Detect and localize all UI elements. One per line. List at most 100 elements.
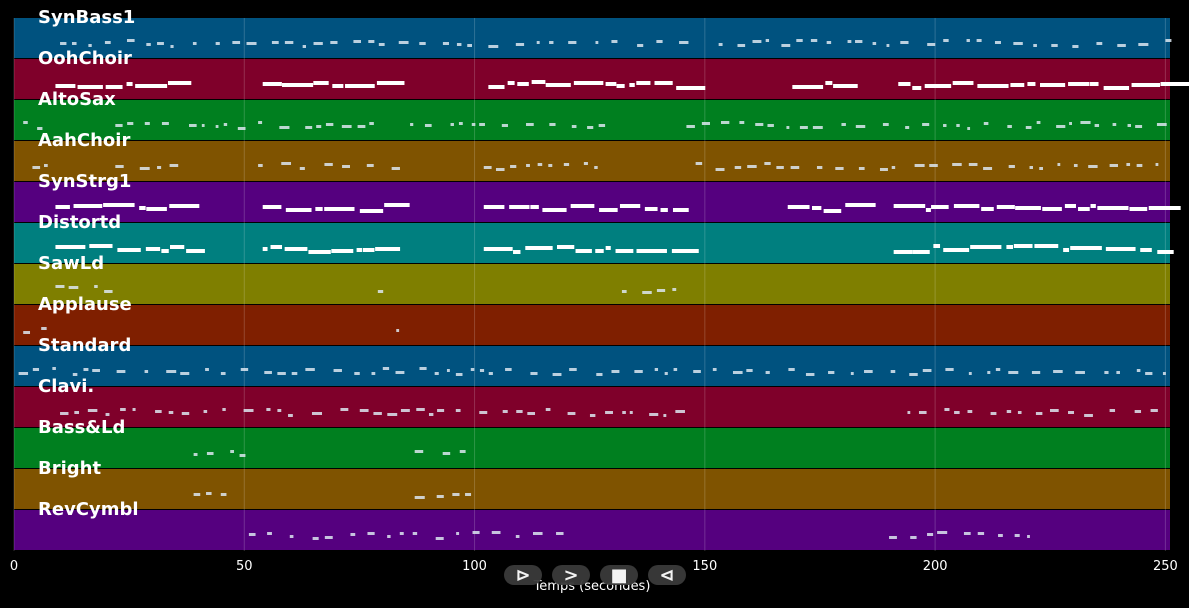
- rewind-button[interactable]: ⊲: [648, 565, 686, 586]
- note-mark: [587, 126, 594, 129]
- note-mark: [1035, 412, 1043, 415]
- note-mark: [886, 44, 890, 47]
- note-mark: [362, 248, 375, 252]
- note-mark: [927, 43, 936, 46]
- note-mark: [277, 372, 286, 375]
- note-mark: [944, 408, 950, 411]
- note-mark: [161, 122, 169, 125]
- note-mark: [788, 368, 795, 371]
- note-mark: [359, 209, 384, 213]
- track-lane: [14, 141, 1170, 181]
- note-mark: [605, 246, 611, 250]
- note-mark: [966, 39, 970, 42]
- note-mark: [720, 121, 730, 124]
- note-mark: [71, 42, 77, 45]
- note-mark: [215, 42, 220, 45]
- note-mark: [44, 164, 48, 167]
- note-mark: [410, 123, 414, 126]
- note-mark: [400, 409, 410, 412]
- note-mark: [1131, 83, 1161, 87]
- note-mark: [193, 493, 201, 496]
- note-mark: [619, 204, 641, 208]
- note-mark: [88, 44, 92, 47]
- note-mark: [387, 535, 391, 538]
- note-mark: [1013, 244, 1033, 248]
- note-mark: [437, 409, 445, 412]
- note-mark: [483, 166, 492, 169]
- note-mark: [823, 209, 842, 213]
- note-mark: [963, 532, 971, 535]
- note-mark: [891, 166, 896, 169]
- note-mark: [1031, 371, 1041, 374]
- note-mark: [828, 371, 835, 374]
- note-mark: [366, 164, 374, 167]
- note-mark: [414, 450, 424, 453]
- note-mark: [266, 408, 271, 411]
- note-mark: [912, 250, 930, 254]
- note-mark: [1049, 409, 1059, 412]
- note-mark: [435, 537, 444, 540]
- note-mark: [864, 370, 873, 373]
- note-mark: [1078, 207, 1090, 211]
- note-mark: [977, 532, 985, 535]
- note-mark: [605, 411, 613, 414]
- note-mark: [181, 412, 190, 415]
- note-mark: [1160, 82, 1189, 86]
- note-mark: [23, 331, 31, 334]
- note-mark: [599, 208, 618, 212]
- note-mark: [621, 290, 627, 293]
- note-mark: [350, 533, 356, 536]
- note-mark: [285, 208, 312, 212]
- note-mark: [18, 372, 29, 375]
- note-mark: [1145, 372, 1153, 375]
- note-mark: [649, 413, 659, 416]
- note-mark: [465, 493, 472, 496]
- note-mark: [634, 370, 643, 373]
- note-mark: [654, 81, 673, 85]
- note-mark: [104, 290, 113, 293]
- note-mark: [371, 372, 376, 375]
- note-mark: [1103, 86, 1130, 90]
- note-mark: [1138, 43, 1149, 46]
- forward-button[interactable]: >: [552, 565, 590, 586]
- note-mark: [825, 81, 833, 85]
- note-mark: [516, 410, 523, 413]
- note-mark: [1034, 244, 1059, 248]
- note-mark: [1109, 164, 1118, 167]
- note-mark: [32, 368, 40, 371]
- note-mark: [1150, 409, 1158, 412]
- note-mark: [515, 535, 520, 538]
- stop-button[interactable]: ■: [600, 565, 638, 586]
- note-mark: [656, 289, 666, 292]
- note-mark: [115, 124, 123, 127]
- note-mark: [471, 123, 476, 126]
- note-mark: [373, 412, 382, 415]
- note-mark: [1068, 411, 1075, 414]
- note-mark: [367, 532, 375, 535]
- note-mark: [548, 164, 553, 167]
- note-mark: [1162, 372, 1166, 375]
- note-mark: [1006, 410, 1012, 413]
- note-mark: [556, 245, 575, 249]
- note-mark: [73, 204, 103, 208]
- note-mark: [428, 413, 434, 416]
- note-mark: [55, 285, 65, 288]
- note-mark: [532, 532, 543, 535]
- note-mark: [398, 41, 409, 44]
- note-mark: [910, 536, 917, 539]
- note-mark: [611, 40, 618, 43]
- note-mark: [764, 162, 771, 165]
- note-mark: [483, 205, 505, 209]
- play-button[interactable]: ⊳: [504, 565, 542, 586]
- note-mark: [55, 84, 76, 88]
- note-mark: [55, 205, 70, 209]
- track-lane: [14, 387, 1170, 427]
- note-mark: [459, 450, 466, 453]
- note-mark: [889, 536, 897, 539]
- note-mark: [1104, 371, 1109, 374]
- note-mark: [395, 371, 405, 374]
- note-mark: [1136, 164, 1143, 167]
- note-mark: [1006, 245, 1013, 249]
- note-mark: [104, 41, 111, 44]
- note-mark: [796, 39, 803, 42]
